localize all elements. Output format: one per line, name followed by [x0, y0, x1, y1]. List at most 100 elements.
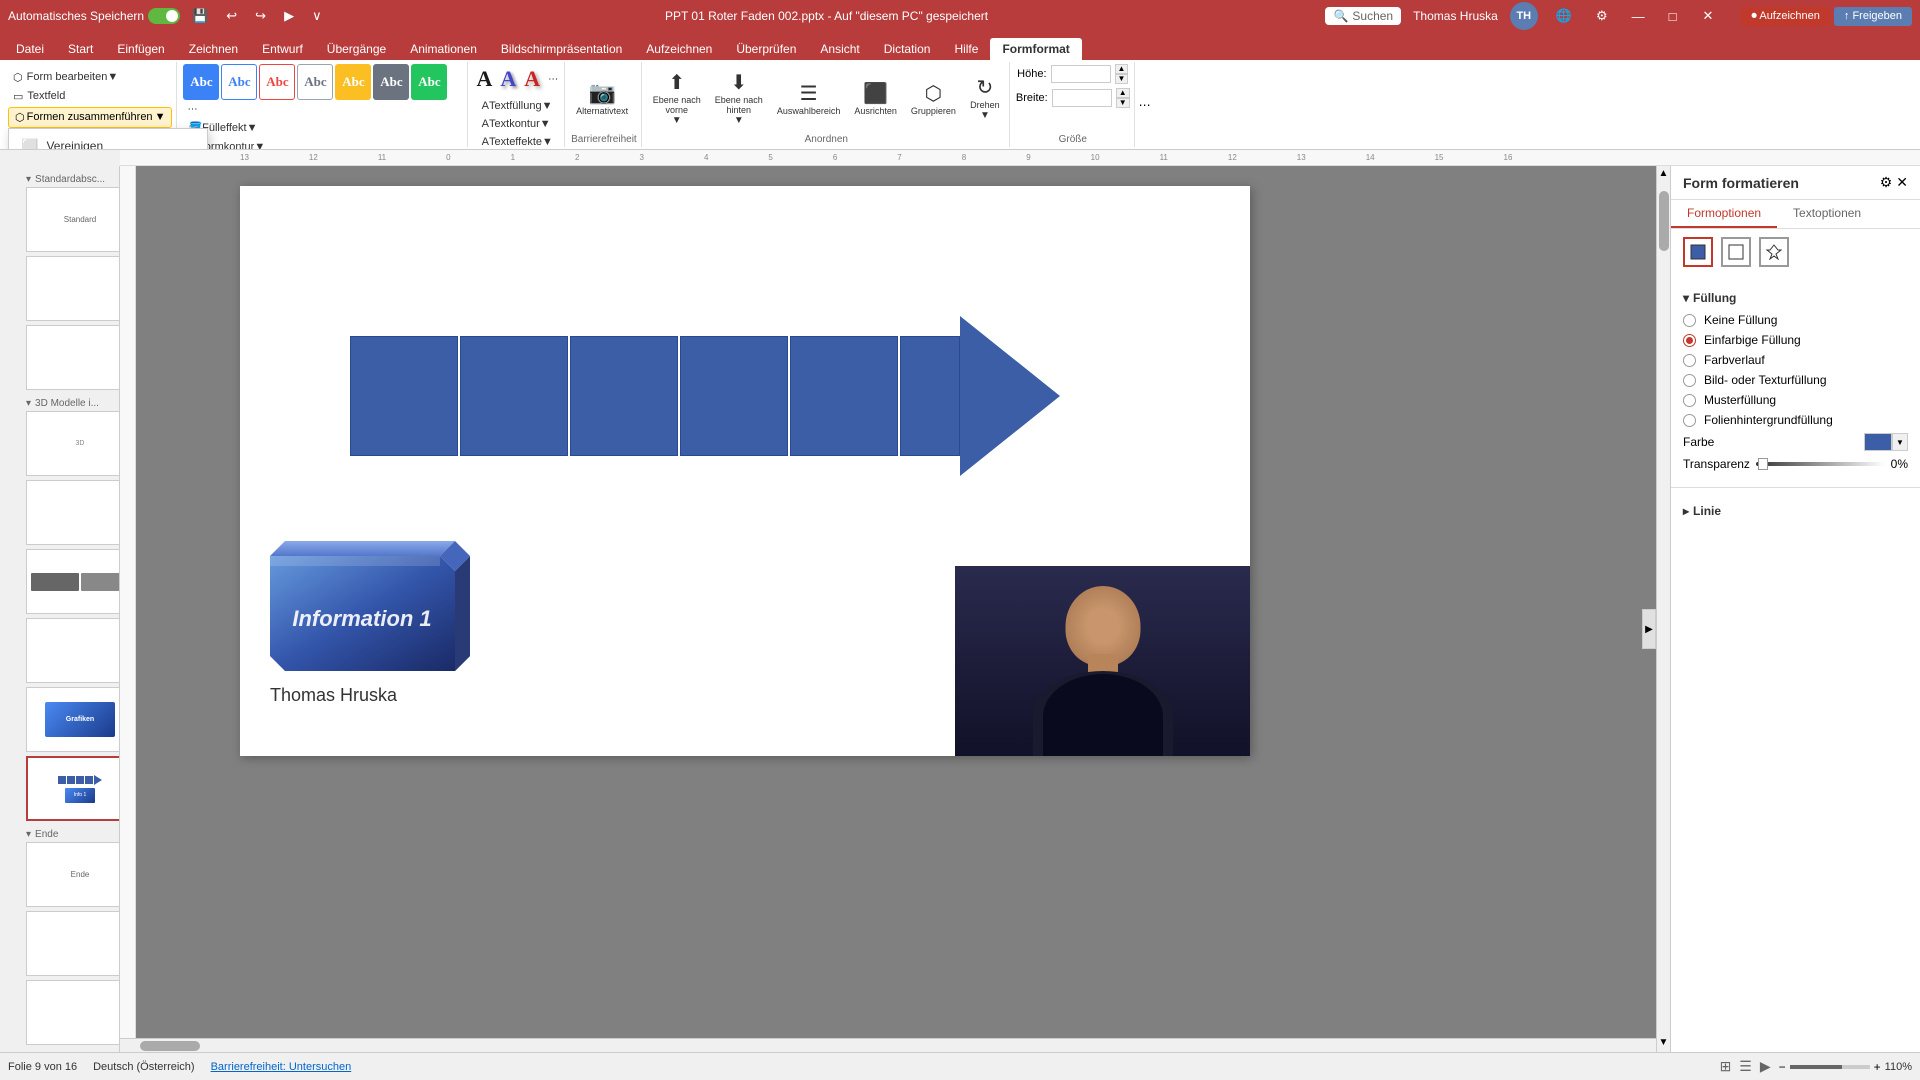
hoehe-input[interactable]: [1051, 65, 1111, 83]
tab-textoptionen[interactable]: Textoptionen: [1777, 200, 1877, 228]
shape-style-3[interactable]: Abc: [259, 64, 295, 100]
present-btn[interactable]: ▶: [278, 6, 300, 26]
freigeben-btn[interactable]: ↑ Freigeben: [1834, 7, 1912, 26]
formkontur-btn[interactable]: ⬡ Formkontur▼: [183, 138, 463, 150]
slide-thumb-12[interactable]: [26, 980, 120, 1045]
slide-canvas[interactable]: Information 1 Thomas Hruska: [240, 186, 1250, 756]
shape-style-5[interactable]: Abc: [335, 64, 371, 100]
fill-option-folienhintergrund[interactable]: Folienhintergrundfüllung: [1683, 413, 1908, 427]
shape-style-6[interactable]: Abc: [373, 64, 409, 100]
tab-ansicht[interactable]: Ansicht: [808, 38, 871, 60]
textfuellung-btn[interactable]: A Textfüllung▼: [477, 98, 558, 114]
accessibility-status[interactable]: Barrierefreiheit: Untersuchen: [211, 1061, 352, 1073]
fill-option-bild[interactable]: Bild- oder Texturfüllung: [1683, 373, 1908, 387]
tab-dictation[interactable]: Dictation: [872, 38, 943, 60]
textkontur-btn[interactable]: A Textkontur▼: [477, 116, 558, 132]
close-btn[interactable]: ✕: [1695, 6, 1722, 26]
maximize-btn[interactable]: □: [1663, 7, 1683, 26]
slide-thumb-6[interactable]: [26, 549, 120, 614]
shape-icon-effect[interactable]: [1759, 237, 1789, 267]
fill-option-keine[interactable]: Keine Füllung: [1683, 313, 1908, 327]
alternativtext-btn[interactable]: 📷 Alternativtext: [571, 77, 633, 119]
shape-icon-fill[interactable]: [1683, 237, 1713, 267]
fill-option-einfarbig[interactable]: Einfarbige Füllung: [1683, 333, 1908, 347]
slide-thumb-4[interactable]: 3D: [26, 411, 120, 476]
fill-option-muster[interactable]: Musterfüllung: [1683, 393, 1908, 407]
transparency-slider[interactable]: [1756, 462, 1885, 466]
normal-view-btn[interactable]: ⊞: [1720, 1058, 1732, 1075]
texteffekte-btn[interactable]: A Texteffekte▼: [477, 134, 558, 150]
share-icon[interactable]: 🌐: [1550, 6, 1578, 26]
fill-option-farbverlauf[interactable]: Farbverlauf: [1683, 353, 1908, 367]
shape-style-1[interactable]: Abc: [183, 64, 219, 100]
drehen-btn[interactable]: ↻ Drehen ▼: [965, 72, 1005, 124]
slide-thumb-3[interactable]: [26, 325, 120, 390]
zoom-out-btn[interactable]: −: [1779, 1060, 1786, 1074]
save-btn[interactable]: 💾: [186, 6, 214, 26]
color-swatch[interactable]: [1864, 433, 1892, 451]
hoehe-up[interactable]: ▲: [1115, 64, 1129, 74]
tab-entwurf[interactable]: Entwurf: [250, 38, 315, 60]
tab-einfuegen[interactable]: Einfügen: [105, 38, 176, 60]
wordart-more-btn[interactable]: ⋯: [546, 72, 560, 87]
tab-zeichnen[interactable]: Zeichnen: [177, 38, 250, 60]
info-button-3d[interactable]: Information 1: [255, 541, 470, 689]
scroll-thumb[interactable]: [1659, 191, 1669, 251]
ebene-hint-btn[interactable]: ⬇ Ebene nachhinten ▼: [710, 67, 768, 129]
outline-view-btn[interactable]: ☰: [1739, 1058, 1752, 1075]
slide-thumb-2[interactable]: [26, 256, 120, 321]
breite-up[interactable]: ▲: [1116, 88, 1130, 98]
undo-btn[interactable]: ↩: [220, 6, 243, 26]
zoom-slider[interactable]: [1790, 1065, 1870, 1069]
radio-bild[interactable]: [1683, 374, 1696, 387]
tab-uebergaenge[interactable]: Übergänge: [315, 38, 398, 60]
more-btn[interactable]: ∨: [306, 6, 328, 26]
dropdown-item-vereinigen[interactable]: ⬜ Vereinigen: [9, 133, 207, 151]
tab-animationen[interactable]: Animationen: [398, 38, 489, 60]
radio-keine[interactable]: [1683, 314, 1696, 327]
panel-close-icon[interactable]: ✕: [1896, 174, 1908, 191]
panel-collapse-btn[interactable]: ▶: [1642, 609, 1656, 649]
more-styles-btn[interactable]: ⋯: [183, 102, 201, 117]
hscroll-thumb[interactable]: [140, 1041, 200, 1051]
slide-thumb-7[interactable]: [26, 618, 120, 683]
fuelleffekt-btn[interactable]: 🪣 Fülleffekt▼: [183, 119, 463, 136]
radio-einfarbig[interactable]: [1683, 334, 1696, 347]
zoom-in-btn[interactable]: +: [1874, 1060, 1881, 1074]
user-avatar[interactable]: TH: [1510, 2, 1538, 30]
aufzeichnen-btn[interactable]: ⏺ Aufzeichnen: [1741, 7, 1830, 26]
shape-style-2[interactable]: Abc: [221, 64, 257, 100]
shape-icon-line[interactable]: [1721, 237, 1751, 267]
hscrollbar[interactable]: [120, 1038, 1656, 1052]
linie-section-title[interactable]: ▸ Linie: [1683, 504, 1908, 518]
form-bearbeiten-btn[interactable]: ⬡ Form bearbeiten ▼: [8, 69, 172, 86]
textfeld-btn[interactable]: ▭ Textfeld: [8, 88, 172, 105]
shape-style-7[interactable]: Abc: [411, 64, 447, 100]
scroll-down-btn[interactable]: ▼: [1657, 1035, 1670, 1050]
radio-muster[interactable]: [1683, 394, 1696, 407]
slideshow-view-btn[interactable]: ▶: [1760, 1058, 1771, 1075]
scroll-up-btn[interactable]: ▲: [1657, 166, 1670, 181]
tab-hilfe[interactable]: Hilfe: [942, 38, 990, 60]
section-collapse-ende[interactable]: ▾: [26, 829, 31, 840]
search-bar[interactable]: 🔍 Suchen: [1325, 7, 1401, 25]
breite-input[interactable]: [1052, 89, 1112, 107]
tab-ueberpruefen[interactable]: Überprüfen: [724, 38, 808, 60]
slide-thumb-1[interactable]: Standard: [26, 187, 120, 252]
autosave-toggle[interactable]: Automatisches Speichern: [8, 8, 180, 24]
radio-folienhintergrund[interactable]: [1683, 414, 1696, 427]
fullung-section-title[interactable]: ▾ Füllung: [1683, 291, 1908, 305]
slide-thumb-8[interactable]: Grafiken: [26, 687, 120, 752]
tab-formoptionen[interactable]: Formoptionen: [1671, 200, 1777, 228]
tab-aufzeichnen[interactable]: Aufzeichnen: [634, 38, 724, 60]
breite-down[interactable]: ▼: [1116, 98, 1130, 108]
slide-thumb-11[interactable]: [26, 911, 120, 976]
wordart-glow[interactable]: A: [522, 64, 542, 94]
hoehe-down[interactable]: ▼: [1115, 74, 1129, 84]
ribbon-collapse-btn[interactable]: ⋯: [1137, 62, 1153, 147]
minimize-btn[interactable]: —: [1626, 7, 1651, 26]
wordart-shadow[interactable]: A: [498, 64, 518, 94]
ausrichten-btn[interactable]: ⬛ Ausrichten: [849, 78, 902, 119]
settings-icon[interactable]: ⚙: [1590, 6, 1614, 26]
section-collapse-3d[interactable]: ▾: [26, 398, 31, 409]
